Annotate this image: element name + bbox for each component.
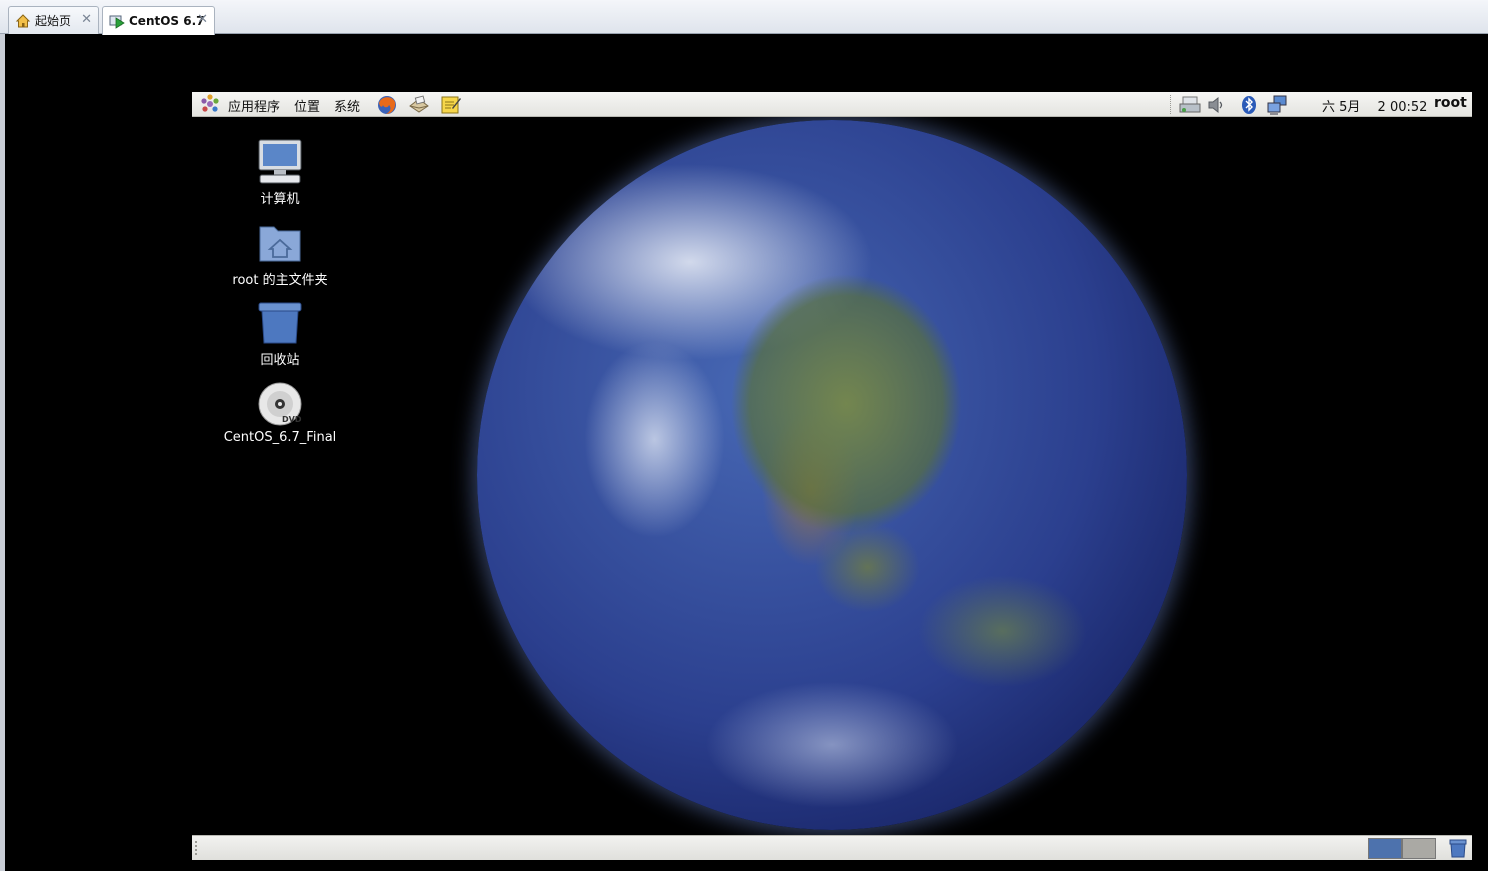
desktop-icon-label: CentOS_6.7_Final — [223, 430, 337, 445]
host-window-edge — [0, 34, 5, 871]
tab-label: 起始页 — [35, 14, 72, 28]
guest-desktop[interactable]: 应用程序 位置 系统 六 5月 2 00:52 root 计算机 root 的主… — [192, 92, 1472, 860]
host-tab-bar: 起始页 ✕ CentOS 6.7 ✕ — [0, 0, 1488, 35]
network-icon[interactable] — [1266, 95, 1288, 115]
mail-icon[interactable] — [408, 94, 430, 116]
desktop-icon-home-folder[interactable]: root 的主文件夹 — [210, 219, 350, 288]
network-printer-icon[interactable] — [1179, 95, 1201, 115]
firefox-icon[interactable] — [376, 94, 398, 116]
panel-clock[interactable]: 六 5月 2 00:52 — [1322, 96, 1427, 115]
desktop-icon-label: 计算机 — [260, 192, 300, 207]
gnome-foot-icon[interactable] — [199, 93, 221, 115]
volume-icon[interactable] — [1206, 95, 1228, 115]
menu-places[interactable]: 位置 — [294, 96, 320, 115]
svg-text:DVD: DVD — [282, 415, 302, 424]
home-folder-icon — [259, 226, 301, 262]
tab-centos[interactable]: CentOS 6.7 ✕ — [102, 6, 215, 35]
bluetooth-icon[interactable] — [1238, 95, 1260, 115]
earth-wallpaper — [477, 120, 1187, 830]
desktop-icon-dvd[interactable]: DVD CentOS_6.7_Final — [210, 380, 350, 445]
tab-home[interactable]: 起始页 ✕ — [8, 6, 99, 34]
close-icon[interactable]: ✕ — [197, 12, 208, 27]
notes-icon[interactable] — [440, 94, 462, 116]
tab-label: CentOS 6.7 — [129, 14, 205, 28]
trash-icon — [258, 302, 302, 344]
bottom-panel — [192, 835, 1472, 860]
desktop-icon-computer[interactable]: 计算机 — [210, 138, 350, 207]
panel-user[interactable]: root — [1434, 95, 1467, 111]
panel-handle[interactable] — [195, 841, 201, 855]
home-icon — [15, 13, 31, 27]
desktop-icon-label: 回收站 — [260, 353, 300, 368]
close-icon[interactable]: ✕ — [81, 12, 92, 27]
menu-system[interactable]: 系统 — [334, 96, 360, 115]
workspace-2[interactable] — [1402, 838, 1436, 859]
menu-applications[interactable]: 应用程序 — [228, 96, 280, 115]
desktop-icon-trash[interactable]: 回收站 — [210, 299, 350, 368]
trash-applet-icon[interactable] — [1448, 838, 1468, 858]
workspace-1[interactable] — [1368, 838, 1402, 859]
panel-separator — [1170, 95, 1173, 114]
vm-running-icon — [109, 15, 125, 29]
dvd-icon: DVD — [258, 382, 302, 426]
desktop-icon-label: root 的主文件夹 — [232, 273, 328, 288]
top-panel: 应用程序 位置 系统 六 5月 2 00:52 root — [192, 92, 1472, 117]
computer-icon — [258, 139, 302, 184]
